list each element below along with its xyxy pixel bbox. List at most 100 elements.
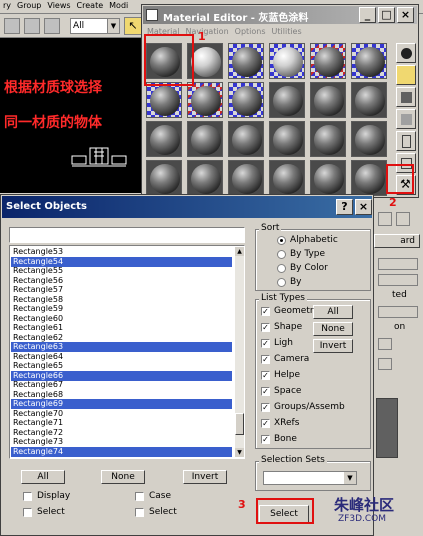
object-list-item[interactable]: Rectangle60 (11, 314, 232, 324)
list-type-checkbox[interactable]: ✓ (261, 355, 270, 364)
object-list-item[interactable]: Rectangle73 (11, 437, 232, 447)
object-list-item[interactable]: Rectangle72 (11, 428, 232, 438)
panel-button[interactable]: ard (374, 234, 420, 248)
material-slot[interactable] (310, 82, 346, 118)
list-type-checkbox[interactable]: ✓ (261, 307, 270, 316)
select-subtree-checkbox[interactable] (23, 508, 32, 517)
list-type-checkbox[interactable]: ✓ (261, 435, 270, 444)
material-slot[interactable] (269, 160, 305, 196)
object-list-item[interactable]: Rectangle59 (11, 304, 232, 314)
case-sensitive-checkbox[interactable] (135, 492, 144, 501)
object-list-item[interactable]: Rectangle63 (11, 342, 232, 352)
material-slot[interactable] (351, 43, 387, 79)
material-slot[interactable] (187, 82, 223, 118)
material-slot[interactable] (146, 121, 182, 157)
sort-by-color-radio[interactable] (277, 264, 286, 273)
material-slot[interactable] (310, 121, 346, 157)
list-type-checkbox[interactable]: ✓ (261, 323, 270, 332)
object-list-item[interactable]: Rectangle69 (11, 399, 232, 409)
material-slot[interactable] (351, 121, 387, 157)
object-filter-input[interactable] (9, 227, 245, 243)
maximize-button[interactable]: □ (378, 7, 395, 23)
panel-field[interactable] (378, 306, 418, 318)
sort-by-size-radio[interactable] (277, 278, 286, 287)
object-list-item[interactable]: Rectangle71 (11, 418, 232, 428)
list-type-checkbox[interactable]: ✓ (261, 371, 270, 380)
object-list-scrollbar[interactable]: ▲ ▼ (235, 247, 244, 457)
sample-type-button[interactable] (396, 43, 416, 63)
object-list-item[interactable]: Rectangle56 (11, 276, 232, 286)
material-slot[interactable] (146, 160, 182, 196)
object-list-item[interactable]: Rectangle68 (11, 390, 232, 400)
menu-item[interactable]: Modi (106, 0, 131, 10)
object-list-item[interactable]: Rectangle61 (11, 323, 232, 333)
close-button[interactable]: × (355, 199, 372, 215)
list-types-none-button[interactable]: None (313, 322, 353, 336)
object-list-item[interactable]: Rectangle65 (11, 361, 232, 371)
menu-item[interactable]: Create (74, 0, 107, 10)
sort-by-type-radio[interactable] (277, 250, 286, 259)
material-slot[interactable] (187, 160, 223, 196)
panel-button[interactable] (378, 358, 392, 370)
object-list[interactable]: ▲ ▼ Rectangle53 Rectangle54 Rectangle55 Rec… (9, 245, 245, 459)
menu-item[interactable]: Group (14, 0, 44, 10)
select-none-button[interactable]: None (101, 470, 145, 484)
object-list-item[interactable]: Rectangle58 (11, 295, 232, 305)
close-button[interactable]: × (397, 7, 414, 23)
material-slot[interactable] (228, 82, 264, 118)
panel-field[interactable] (378, 258, 418, 270)
panel-field[interactable] (378, 274, 418, 286)
select-all-button[interactable]: All (21, 470, 65, 484)
selection-sets-dropdown[interactable]: ▼ (263, 471, 357, 485)
material-slot[interactable] (269, 43, 305, 79)
menu-item[interactable]: ry (0, 0, 14, 10)
object-list-item[interactable]: Rectangle53 (11, 247, 232, 257)
material-slot[interactable] (228, 43, 264, 79)
toolbar-icon[interactable] (24, 18, 40, 34)
object-list-item[interactable]: Rectangle64 (11, 352, 232, 362)
object-list-item[interactable]: Rectangle62 (11, 333, 232, 343)
material-slot[interactable] (228, 121, 264, 157)
object-list-item[interactable]: Rectangle57 (11, 285, 232, 295)
material-slot[interactable] (351, 160, 387, 196)
panel-button[interactable] (378, 338, 392, 350)
background-button[interactable] (396, 87, 416, 107)
material-slot[interactable] (310, 160, 346, 196)
display-subtree-checkbox[interactable] (23, 492, 32, 501)
help-button[interactable]: ? (336, 199, 353, 215)
material-slot[interactable] (146, 82, 182, 118)
select-tool-button[interactable]: ↖ (124, 17, 142, 35)
list-type-checkbox[interactable]: ✓ (261, 419, 270, 428)
scroll-up-arrow[interactable]: ▲ (235, 247, 244, 256)
backlight-button[interactable] (396, 65, 416, 85)
select-dependents-checkbox[interactable] (135, 508, 144, 517)
list-types-invert-button[interactable]: Invert (313, 339, 353, 353)
video-check-button[interactable] (396, 131, 416, 151)
selection-filter-dropdown[interactable]: All ▼ (70, 18, 120, 34)
menu-item[interactable]: Utilities (269, 26, 305, 37)
object-list-item[interactable]: Rectangle54 (11, 256, 232, 267)
list-type-checkbox[interactable]: ✓ (261, 339, 270, 348)
object-list-item[interactable]: Rectangle66 (11, 370, 232, 381)
scroll-thumb[interactable] (235, 413, 244, 435)
material-slot[interactable] (228, 160, 264, 196)
minimize-button[interactable]: _ (359, 7, 376, 23)
viewport[interactable]: 根据材质球选择 同一材质的物体 (0, 38, 145, 193)
toolbar-icon[interactable] (378, 212, 392, 226)
object-list-item[interactable]: Rectangle55 (11, 266, 232, 276)
toolbar-icon[interactable] (44, 18, 60, 34)
material-slot[interactable] (310, 43, 346, 79)
list-types-all-button[interactable]: All (313, 305, 353, 319)
object-list-item[interactable]: Rectangle67 (11, 380, 232, 390)
material-slot[interactable] (351, 82, 387, 118)
toolbar-icon[interactable] (4, 18, 20, 34)
material-slot[interactable] (269, 82, 305, 118)
object-list-item[interactable]: Rectangle70 (11, 409, 232, 419)
list-type-checkbox[interactable]: ✓ (261, 403, 270, 412)
object-list-item[interactable]: Rectangle74 (11, 446, 232, 457)
sort-alphabetic-radio[interactable] (277, 236, 286, 245)
select-invert-button[interactable]: Invert (183, 470, 227, 484)
menu-item[interactable]: Options (232, 26, 269, 37)
scroll-down-arrow[interactable]: ▼ (235, 448, 244, 457)
toolbar-icon[interactable] (396, 212, 410, 226)
